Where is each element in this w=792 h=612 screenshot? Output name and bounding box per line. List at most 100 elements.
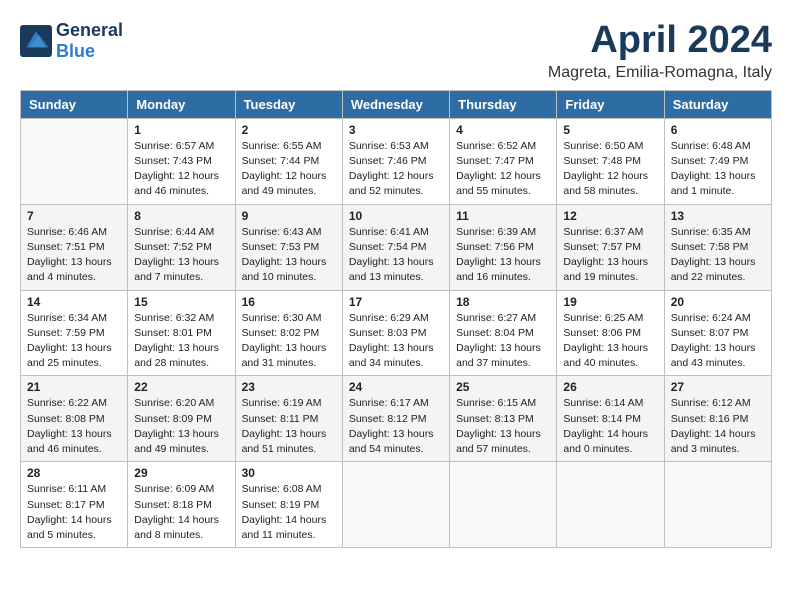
- calendar-cell: 4 Sunrise: 6:52 AM Sunset: 7:47 PM Dayli…: [450, 118, 557, 204]
- daylight-text: Daylight: 13 hours and 22 minutes.: [671, 256, 756, 283]
- daylight-text: Daylight: 12 hours and 58 minutes.: [563, 170, 648, 197]
- sunset-text: Sunset: 8:04 PM: [456, 327, 534, 339]
- day-number: 26: [563, 380, 657, 394]
- day-info: Sunrise: 6:52 AM Sunset: 7:47 PM Dayligh…: [456, 139, 550, 200]
- sunset-text: Sunset: 8:02 PM: [242, 327, 320, 339]
- day-number: 23: [242, 380, 336, 394]
- calendar-cell: 28 Sunrise: 6:11 AM Sunset: 8:17 PM Dayl…: [21, 462, 128, 548]
- calendar-cell: 5 Sunrise: 6:50 AM Sunset: 7:48 PM Dayli…: [557, 118, 664, 204]
- sunset-text: Sunset: 8:03 PM: [349, 327, 427, 339]
- sunrise-text: Sunrise: 6:46 AM: [27, 226, 107, 238]
- sunset-text: Sunset: 7:46 PM: [349, 155, 427, 167]
- day-info: Sunrise: 6:55 AM Sunset: 7:44 PM Dayligh…: [242, 139, 336, 200]
- day-number: 28: [27, 466, 121, 480]
- sunset-text: Sunset: 7:47 PM: [456, 155, 534, 167]
- day-number: 12: [563, 209, 657, 223]
- sunrise-text: Sunrise: 6:29 AM: [349, 312, 429, 324]
- sunset-text: Sunset: 7:52 PM: [134, 241, 212, 253]
- page-header: General Blue April 2024 Magreta, Emilia-…: [20, 20, 772, 82]
- daylight-text: Daylight: 14 hours and 5 minutes.: [27, 514, 112, 541]
- calendar-cell: 14 Sunrise: 6:34 AM Sunset: 7:59 PM Dayl…: [21, 290, 128, 376]
- calendar-cell: 9 Sunrise: 6:43 AM Sunset: 7:53 PM Dayli…: [235, 204, 342, 290]
- daylight-text: Daylight: 13 hours and 25 minutes.: [27, 342, 112, 369]
- col-sunday: Sunday: [21, 90, 128, 118]
- sunrise-text: Sunrise: 6:34 AM: [27, 312, 107, 324]
- calendar-cell: 1 Sunrise: 6:57 AM Sunset: 7:43 PM Dayli…: [128, 118, 235, 204]
- daylight-text: Daylight: 13 hours and 31 minutes.: [242, 342, 327, 369]
- calendar-cell: 11 Sunrise: 6:39 AM Sunset: 7:56 PM Dayl…: [450, 204, 557, 290]
- calendar-cell: [557, 462, 664, 548]
- daylight-text: Daylight: 13 hours and 37 minutes.: [456, 342, 541, 369]
- location-subtitle: Magreta, Emilia-Romagna, Italy: [548, 64, 772, 82]
- sunset-text: Sunset: 8:19 PM: [242, 499, 320, 511]
- day-info: Sunrise: 6:50 AM Sunset: 7:48 PM Dayligh…: [563, 139, 657, 200]
- calendar-cell: 12 Sunrise: 6:37 AM Sunset: 7:57 PM Dayl…: [557, 204, 664, 290]
- calendar-table: Sunday Monday Tuesday Wednesday Thursday…: [20, 90, 772, 548]
- month-title: April 2024: [548, 20, 772, 62]
- day-info: Sunrise: 6:15 AM Sunset: 8:13 PM Dayligh…: [456, 396, 550, 457]
- sunrise-text: Sunrise: 6:27 AM: [456, 312, 536, 324]
- sunset-text: Sunset: 7:43 PM: [134, 155, 212, 167]
- calendar-cell: 6 Sunrise: 6:48 AM Sunset: 7:49 PM Dayli…: [664, 118, 771, 204]
- calendar-cell: [342, 462, 449, 548]
- calendar-week-row: 1 Sunrise: 6:57 AM Sunset: 7:43 PM Dayli…: [21, 118, 772, 204]
- sunrise-text: Sunrise: 6:19 AM: [242, 397, 322, 409]
- day-info: Sunrise: 6:08 AM Sunset: 8:19 PM Dayligh…: [242, 482, 336, 543]
- day-info: Sunrise: 6:43 AM Sunset: 7:53 PM Dayligh…: [242, 225, 336, 286]
- day-number: 6: [671, 123, 765, 137]
- daylight-text: Daylight: 13 hours and 40 minutes.: [563, 342, 648, 369]
- day-info: Sunrise: 6:53 AM Sunset: 7:46 PM Dayligh…: [349, 139, 443, 200]
- sunset-text: Sunset: 8:11 PM: [242, 413, 319, 425]
- logo-icon: [20, 25, 52, 57]
- calendar-week-row: 14 Sunrise: 6:34 AM Sunset: 7:59 PM Dayl…: [21, 290, 772, 376]
- sunrise-text: Sunrise: 6:14 AM: [563, 397, 643, 409]
- day-number: 5: [563, 123, 657, 137]
- sunrise-text: Sunrise: 6:12 AM: [671, 397, 751, 409]
- sunrise-text: Sunrise: 6:30 AM: [242, 312, 322, 324]
- sunset-text: Sunset: 8:13 PM: [456, 413, 534, 425]
- sunset-text: Sunset: 7:57 PM: [563, 241, 641, 253]
- calendar-cell: 27 Sunrise: 6:12 AM Sunset: 8:16 PM Dayl…: [664, 376, 771, 462]
- daylight-text: Daylight: 13 hours and 34 minutes.: [349, 342, 434, 369]
- sunrise-text: Sunrise: 6:39 AM: [456, 226, 536, 238]
- calendar-cell: 24 Sunrise: 6:17 AM Sunset: 8:12 PM Dayl…: [342, 376, 449, 462]
- col-monday: Monday: [128, 90, 235, 118]
- daylight-text: Daylight: 13 hours and 7 minutes.: [134, 256, 219, 283]
- sunset-text: Sunset: 7:54 PM: [349, 241, 427, 253]
- daylight-text: Daylight: 14 hours and 0 minutes.: [563, 428, 648, 455]
- calendar-cell: 19 Sunrise: 6:25 AM Sunset: 8:06 PM Dayl…: [557, 290, 664, 376]
- sunrise-text: Sunrise: 6:17 AM: [349, 397, 429, 409]
- sunrise-text: Sunrise: 6:11 AM: [27, 483, 106, 495]
- daylight-text: Daylight: 13 hours and 46 minutes.: [27, 428, 112, 455]
- sunrise-text: Sunrise: 6:43 AM: [242, 226, 322, 238]
- daylight-text: Daylight: 13 hours and 1 minute.: [671, 170, 756, 197]
- day-info: Sunrise: 6:48 AM Sunset: 7:49 PM Dayligh…: [671, 139, 765, 200]
- calendar-cell: 10 Sunrise: 6:41 AM Sunset: 7:54 PM Dayl…: [342, 204, 449, 290]
- sunset-text: Sunset: 8:09 PM: [134, 413, 212, 425]
- daylight-text: Daylight: 13 hours and 54 minutes.: [349, 428, 434, 455]
- sunset-text: Sunset: 8:14 PM: [563, 413, 641, 425]
- day-number: 15: [134, 295, 228, 309]
- day-info: Sunrise: 6:57 AM Sunset: 7:43 PM Dayligh…: [134, 139, 228, 200]
- daylight-text: Daylight: 13 hours and 28 minutes.: [134, 342, 219, 369]
- sunset-text: Sunset: 8:18 PM: [134, 499, 212, 511]
- day-number: 8: [134, 209, 228, 223]
- day-number: 25: [456, 380, 550, 394]
- day-number: 2: [242, 123, 336, 137]
- day-number: 3: [349, 123, 443, 137]
- calendar-cell: 3 Sunrise: 6:53 AM Sunset: 7:46 PM Dayli…: [342, 118, 449, 204]
- calendar-week-row: 7 Sunrise: 6:46 AM Sunset: 7:51 PM Dayli…: [21, 204, 772, 290]
- day-info: Sunrise: 6:30 AM Sunset: 8:02 PM Dayligh…: [242, 311, 336, 372]
- day-info: Sunrise: 6:39 AM Sunset: 7:56 PM Dayligh…: [456, 225, 550, 286]
- sunrise-text: Sunrise: 6:20 AM: [134, 397, 214, 409]
- daylight-text: Daylight: 12 hours and 55 minutes.: [456, 170, 541, 197]
- calendar-cell: 26 Sunrise: 6:14 AM Sunset: 8:14 PM Dayl…: [557, 376, 664, 462]
- calendar-cell: [450, 462, 557, 548]
- col-tuesday: Tuesday: [235, 90, 342, 118]
- calendar-cell: 13 Sunrise: 6:35 AM Sunset: 7:58 PM Dayl…: [664, 204, 771, 290]
- col-friday: Friday: [557, 90, 664, 118]
- day-info: Sunrise: 6:35 AM Sunset: 7:58 PM Dayligh…: [671, 225, 765, 286]
- day-info: Sunrise: 6:20 AM Sunset: 8:09 PM Dayligh…: [134, 396, 228, 457]
- calendar-header-row: Sunday Monday Tuesday Wednesday Thursday…: [21, 90, 772, 118]
- day-number: 24: [349, 380, 443, 394]
